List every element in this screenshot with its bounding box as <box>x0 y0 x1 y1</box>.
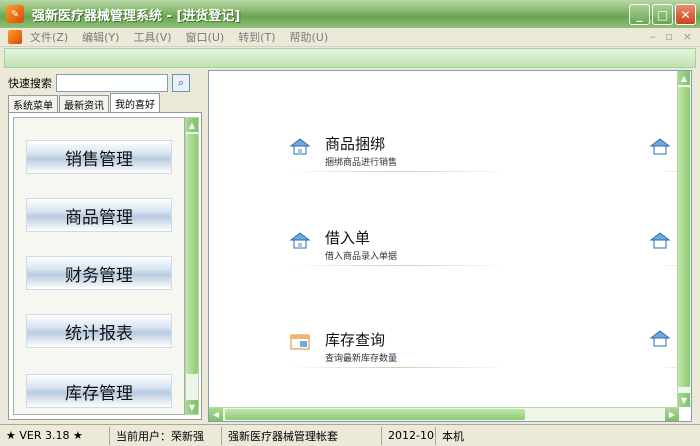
item-desc: 捆绑商品进行销售 <box>325 158 398 168</box>
mdi-close-button[interactable]: × <box>683 30 692 43</box>
menu-help[interactable]: 帮助(U) <box>290 29 329 45</box>
maximize-button[interactable]: □ <box>652 4 673 25</box>
content-panel: 商品捆绑 捆绑商品进行销售 借入单 借入商品录入单据 库存查询 查询最新库存数量 <box>208 70 692 422</box>
nav-container: 销售管理 商品管理 财务管理 统计报表 库存管理 ▲ ▼ <box>8 112 202 420</box>
status-account: 强新医疗器械管理帐套 <box>222 426 382 445</box>
search-icon[interactable]: ⌕ <box>172 74 190 92</box>
mdi-restore-button[interactable]: ▫ <box>665 30 672 43</box>
house-icon <box>289 232 311 249</box>
toolbar-strip <box>4 48 696 68</box>
tab-favorites[interactable]: 我的喜好 <box>110 93 160 112</box>
nav-finance-management[interactable]: 财务管理 <box>26 256 172 290</box>
window-controls: _ □ ✕ <box>629 4 696 25</box>
nav-sales-management[interactable]: 销售管理 <box>26 140 172 174</box>
scroll-thumb[interactable] <box>225 409 525 420</box>
nav-statistics-report[interactable]: 统计报表 <box>26 314 172 348</box>
status-bar: ★ VER 3.18 ★ 当前用户：荣新强 强新医疗器械管理帐套 2012-10… <box>0 424 700 446</box>
mdi-minimize-button[interactable]: – <box>650 30 656 43</box>
house-icon[interactable] <box>649 231 671 249</box>
minimize-button[interactable]: _ <box>629 4 650 25</box>
scroll-down-icon[interactable]: ▼ <box>678 393 690 407</box>
close-button[interactable]: ✕ <box>675 4 696 25</box>
menu-window[interactable]: 窗口(U) <box>186 29 225 45</box>
tab-system-menu[interactable]: 系统菜单 <box>8 95 58 112</box>
nav-list: 销售管理 商品管理 财务管理 统计报表 库存管理 <box>13 117 185 415</box>
item-title: 借入单 <box>325 229 371 247</box>
window-icon <box>290 334 310 350</box>
item-desc: 查询最新库存数量 <box>325 354 398 364</box>
divider <box>289 367 509 368</box>
status-user: 当前用户：荣新强 <box>110 426 222 445</box>
menu-bar: 文件(Z) 编辑(Y) 工具(V) 窗口(U) 转到(T) 帮助(U) – ▫ … <box>0 28 700 47</box>
search-input[interactable] <box>56 74 168 92</box>
menu-edit[interactable]: 编辑(Y) <box>82 29 119 45</box>
tab-latest-news[interactable]: 最新资讯 <box>59 95 109 112</box>
house-icon[interactable] <box>649 329 671 347</box>
item-desc: 借入商品录入单据 <box>325 252 398 262</box>
divider <box>289 265 509 266</box>
title-bar: ✎ 强新医疗器械管理系统 - [进货登记] _ □ ✕ <box>0 0 700 28</box>
scroll-left-icon[interactable]: ◀ <box>209 408 223 421</box>
scroll-thumb[interactable] <box>678 87 690 387</box>
menu-tools[interactable]: 工具(V) <box>133 29 171 45</box>
menu-file[interactable]: 文件(Z) <box>30 29 68 45</box>
nav-product-management[interactable]: 商品管理 <box>26 198 172 232</box>
nav-scrollbar[interactable]: ▲ ▼ <box>185 117 199 415</box>
item-title: 库存查询 <box>325 331 386 349</box>
left-panel: 快速搜索 ⌕ 系统菜单 最新资讯 我的喜好 销售管理 商品管理 财务管理 统计报… <box>4 70 204 422</box>
status-version: ★ VER 3.18 ★ <box>0 426 110 445</box>
mdi-controls: – ▫ × <box>650 30 692 43</box>
nav-inventory-management[interactable]: 库存管理 <box>26 374 172 408</box>
panel-tabs: 系统菜单 最新资讯 我的喜好 <box>8 93 161 112</box>
divider <box>289 171 509 172</box>
scroll-up-icon[interactable]: ▲ <box>186 118 198 132</box>
item-title: 商品捆绑 <box>325 135 386 153</box>
content-horizontal-scrollbar[interactable]: ◀ ▶ <box>209 407 679 421</box>
house-icon <box>289 138 311 155</box>
search-label: 快速搜索 <box>8 77 52 90</box>
document-icon[interactable] <box>8 30 22 44</box>
scroll-thumb[interactable] <box>186 134 198 374</box>
app-logo-icon[interactable]: ✎ <box>6 5 24 23</box>
quick-search: 快速搜索 ⌕ <box>8 74 190 92</box>
house-icon[interactable] <box>649 137 671 155</box>
scroll-down-icon[interactable]: ▼ <box>186 400 198 414</box>
status-host: 本机 <box>442 429 464 443</box>
scroll-right-icon[interactable]: ▶ <box>665 408 679 421</box>
status-date: 2012-10 <box>382 426 436 445</box>
scroll-up-icon[interactable]: ▲ <box>678 71 690 85</box>
window-title: 强新医疗器械管理系统 - [进货登记] <box>32 8 241 24</box>
content-vertical-scrollbar[interactable]: ▲ ▼ <box>677 71 691 407</box>
menu-goto[interactable]: 转到(T) <box>238 29 275 45</box>
